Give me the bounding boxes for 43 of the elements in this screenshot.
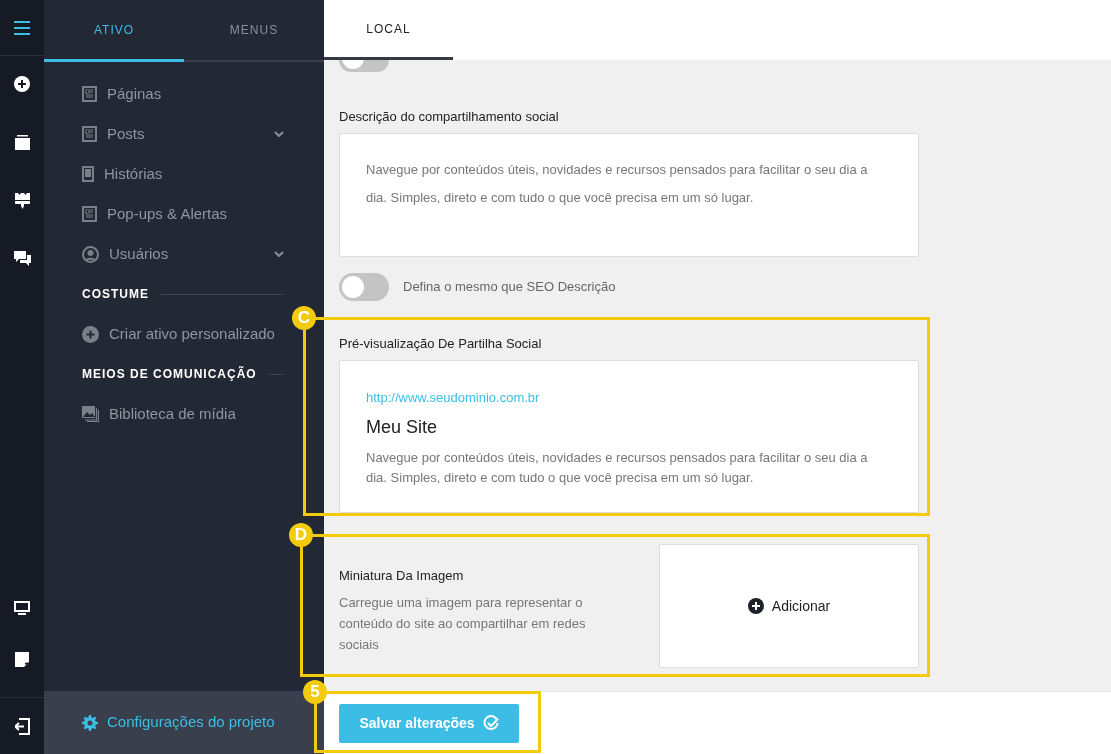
note-icon[interactable] [15,652,29,667]
phone-icon [82,166,94,182]
images-icon [82,406,99,422]
add-image-button[interactable]: Adicionar [659,544,919,668]
field-label: Miniatura Da Imagem [339,567,465,585]
field-label: Pré-visualização De Partilha Social [339,334,543,353]
nav-item[interactable]: Pop-ups & Alertas [82,194,284,234]
cards-icon[interactable] [14,135,30,150]
add-icon[interactable] [14,76,30,92]
settings-icon [82,714,98,731]
toggle-switch[interactable] [339,60,389,72]
help-text: Carregue uma imagem para representar o conteúdo do site ao compartilhar em redes sociais [339,593,587,654]
menu-icon[interactable] [14,20,30,35]
section-heading: COSTUME [82,286,149,303]
section-heading: MEIOS DE COMUNICAÇÃO [82,365,257,383]
description-textarea[interactable]: Navegue por conteúdos úteis, novidades e recursos pensados para facilitar o seu dia a dia. Simples, direto e com tudo o que você precisa em um só lugar. [339,132,919,257]
exit-icon[interactable] [14,717,30,735]
nav-item[interactable]: Criar ativo personalizado [82,314,284,354]
sidebar-tab[interactable]: MENUS [184,0,324,60]
nav-item[interactable]: Páginas [82,74,284,114]
document-icon [82,126,97,142]
preview-title: Meu Site [366,415,439,439]
toggle-label: Defina o mesmo que SEO Descrição [403,277,616,296]
monitor-icon[interactable] [14,601,30,616]
chat-icon[interactable] [13,251,31,267]
check-circle-icon [482,715,499,731]
user-icon [82,245,99,263]
nav-item[interactable]: Histórias [82,154,284,194]
add-icon [747,598,764,614]
nav-item[interactable]: Biblioteca de mídia [82,394,284,434]
document-icon [82,86,97,102]
sidebar-tab[interactable]: ATIVO [44,0,184,62]
paint-roller-icon[interactable] [14,193,30,209]
nav-item[interactable]: Posts [82,114,284,154]
add-icon [82,325,99,343]
settings-link[interactable]: Configurações do projeto [82,711,275,734]
document-icon [82,206,97,222]
chevron-down-icon [274,251,284,257]
chevron-down-icon [274,131,284,137]
preview-description: Navegue por conteúdos úteis, novidades e recursos pensados para facilitar o seu dia a dia. Simples, direto e com tudo o que você precisa em um só lugar. [366,448,869,487]
toggle-switch[interactable] [339,272,389,301]
nav-item[interactable]: Usuários [82,234,284,274]
field-label: Descrição do compartilhamento social [339,108,560,126]
